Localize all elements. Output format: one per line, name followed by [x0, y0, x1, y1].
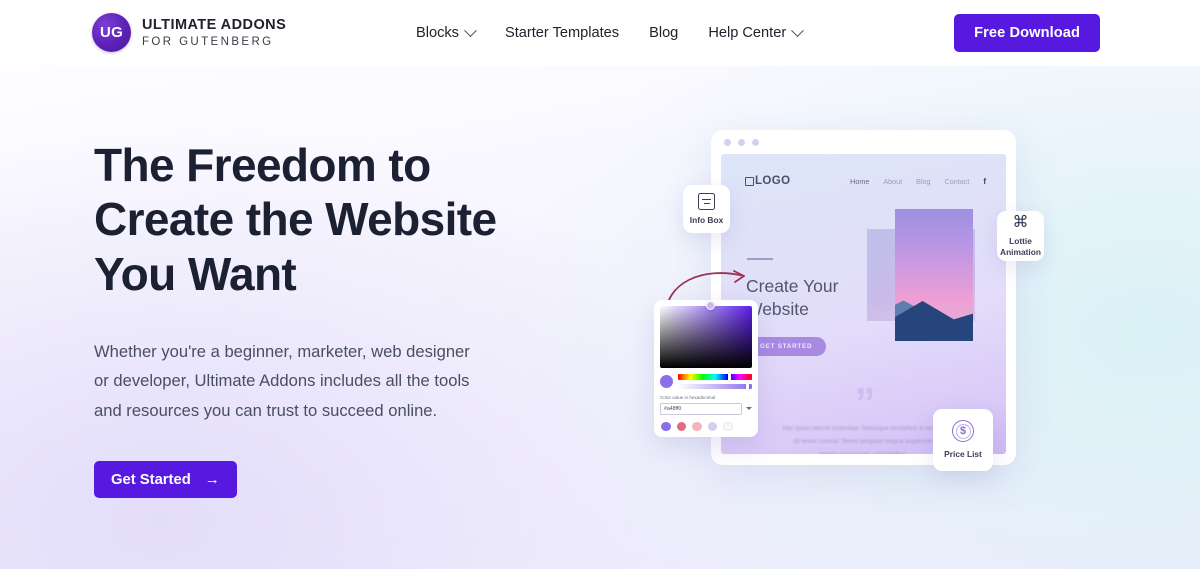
nav-item-help-center-label: Help Center — [708, 25, 787, 41]
mockup-image-front — [895, 209, 973, 341]
page-title: The Freedom to Create the Website You Wa… — [94, 138, 614, 301]
nav-item-starter-templates[interactable]: Starter Templates — [505, 25, 619, 41]
mockup-nav-contact: Contact — [944, 176, 970, 186]
swatch-5[interactable] — [723, 421, 733, 431]
window-dot-close — [724, 138, 731, 146]
feature-card-info-box: Info Box — [683, 185, 730, 233]
hero-page: LOGO Home About Blog Contact f Create Yo… — [0, 0, 1200, 576]
swatch-4[interactable] — [707, 421, 717, 431]
hex-input[interactable]: #a48ff0 — [660, 402, 742, 415]
mockup-nav-about: About — [883, 176, 903, 186]
headline-line-3: You Want — [94, 247, 297, 300]
logo-line-1: ULTIMATE ADDONS — [142, 17, 287, 33]
nav-item-blocks-label: Blocks — [416, 25, 459, 41]
chevron-down-icon — [464, 23, 477, 37]
picker-slider-row — [660, 373, 752, 390]
logo-mark-icon: UG — [92, 13, 131, 52]
mockup-navbar: LOGO Home About Blog Contact f — [745, 175, 986, 187]
mockup-logo: LOGO — [745, 175, 790, 187]
swatch-3[interactable] — [692, 421, 702, 431]
square-icon — [745, 176, 754, 186]
mockup-nav-home: Home — [850, 176, 870, 186]
logo-text: ULTIMATE ADDONS FOR GUTENBERG — [142, 17, 286, 48]
nav-item-blog[interactable]: Blog — [649, 25, 678, 41]
free-download-button[interactable]: Free Download — [954, 14, 1100, 52]
chevron-down-icon — [791, 23, 805, 37]
saturation-value-area[interactable] — [660, 301, 752, 368]
mockup-image-stack — [867, 209, 999, 344]
feature-card-info-box-label: Info Box — [689, 214, 724, 225]
main-navigation: Blocks Starter Templates Blog Help Cente… — [416, 0, 805, 66]
feature-card-lottie-label: Lottie Animation — [1000, 236, 1041, 257]
alpha-slider[interactable] — [678, 382, 752, 390]
page-bottom-strip — [0, 569, 1200, 576]
get-started-label: Get Started — [111, 471, 191, 488]
nav-item-blocks[interactable]: Blocks — [416, 23, 477, 41]
quote-mark-icon: ” — [854, 379, 876, 426]
subtitle-line-2: or developer, Ultimate Addons includes a… — [94, 371, 470, 391]
color-preview-swatch — [660, 374, 673, 388]
feature-card-lottie-animation: ⌘ Lottie Animation — [997, 211, 1044, 261]
hue-slider[interactable] — [678, 373, 752, 380]
mockup-logo-text: LOGO — [755, 175, 791, 187]
hex-field-label: Color value in hexadecimal — [660, 394, 716, 400]
dollar-coin-icon: $ — [952, 420, 974, 443]
swatch-1[interactable] — [661, 421, 671, 431]
get-started-button[interactable]: Get Started → — [94, 461, 237, 499]
command-icon: ⌘ — [1012, 214, 1029, 231]
logo-line-2: FOR GUTENBERG — [142, 35, 274, 48]
nav-item-blog-label: Blog — [649, 25, 679, 41]
mockup-get-started-button: GET STARTED — [746, 337, 827, 356]
window-dot-maximize — [752, 138, 759, 146]
feature-card-price-list: $ Price List — [933, 409, 993, 471]
subtitle-line-3: and resources you can trust to succeed o… — [94, 400, 438, 420]
window-dot-minimize — [738, 138, 745, 146]
hero-subtitle: Whether you're a beginner, marketer, web… — [94, 337, 494, 426]
mockup-nav-blog: Blog — [916, 176, 931, 186]
hex-input-row: #a48ff0 — [660, 402, 752, 415]
facebook-icon: f — [983, 176, 986, 186]
headline-line-2: Create the Website — [94, 193, 497, 246]
site-header: UG ULTIMATE ADDONS FOR GUTENBERG Blocks … — [0, 0, 1200, 66]
picker-handle[interactable] — [706, 301, 715, 310]
picker-sliders — [678, 373, 752, 390]
swatch-row — [660, 421, 752, 431]
subtitle-line-1: Whether you're a beginner, marketer, web… — [94, 341, 470, 361]
swatch-2[interactable] — [676, 421, 686, 431]
info-box-icon — [698, 192, 715, 210]
hero-illustration: LOGO Home About Blog Contact f Create Yo… — [630, 110, 1050, 510]
browser-titlebar — [711, 130, 1016, 154]
nav-item-starter-templates-label: Starter Templates — [504, 25, 620, 41]
feature-card-price-list-label: Price List — [944, 449, 982, 460]
chevron-down-icon[interactable] — [746, 407, 752, 410]
nav-item-help-center[interactable]: Help Center — [708, 23, 805, 41]
logo[interactable]: UG ULTIMATE ADDONS FOR GUTENBERG — [92, 13, 286, 52]
color-picker-panel[interactable]: Color value in hexadecimal #a48ff0 — [654, 300, 758, 437]
arrow-right-icon: → — [204, 471, 220, 489]
mockup-nav-links: Home About Blog Contact f — [850, 177, 986, 186]
hero-content: The Freedom to Create the Website You Wa… — [94, 138, 614, 499]
mountain-near — [895, 301, 973, 341]
headline-line-1: The Freedom to — [94, 139, 431, 191]
